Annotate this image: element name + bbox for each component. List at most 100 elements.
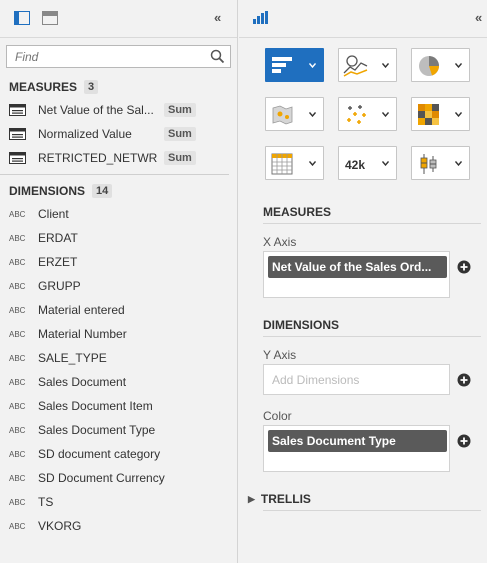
chart-type-heatmap[interactable] bbox=[411, 97, 470, 131]
dimension-label: VKORG bbox=[38, 519, 82, 533]
heatmap-icon bbox=[418, 104, 439, 125]
dimensions-section-title: DIMENSIONS bbox=[263, 318, 340, 332]
search-input[interactable] bbox=[7, 46, 202, 67]
x-axis-label: X Axis bbox=[263, 235, 297, 249]
chevron-down-icon bbox=[382, 63, 389, 68]
data-panel: « MEASURES 3 Net Value of the Sal... Sum… bbox=[0, 0, 238, 563]
measures-header: MEASURES 3 bbox=[9, 80, 99, 94]
dimension-item[interactable]: ABC SD Document Currency bbox=[9, 468, 229, 488]
dimension-item[interactable]: ABC GRUPP bbox=[9, 276, 229, 296]
trellis-title: TRELLIS bbox=[260, 492, 311, 506]
dimensions-count: 14 bbox=[92, 184, 113, 198]
dimension-label: Sales Document Item bbox=[38, 399, 153, 413]
trellis-toggle[interactable]: ▶ TRELLIS bbox=[248, 492, 311, 506]
dimension-item[interactable]: ABC Client bbox=[9, 204, 229, 224]
string-type-icon: ABC bbox=[9, 281, 26, 291]
chart-type-bar[interactable] bbox=[265, 48, 324, 82]
dimension-item[interactable]: ABC TS bbox=[9, 492, 229, 512]
color-dropzone[interactable]: Sales Document Type bbox=[263, 425, 450, 472]
chevron-down-icon bbox=[455, 112, 462, 117]
numeric-point-label: 42k bbox=[345, 158, 365, 172]
measure-item[interactable]: Net Value of the Sal... Sum bbox=[9, 100, 229, 120]
numeric-point-icon: 42k bbox=[345, 158, 365, 172]
string-type-icon: ABC bbox=[9, 209, 26, 219]
chevron-down-icon bbox=[455, 63, 462, 68]
dimension-item[interactable]: ABC SALE_TYPE bbox=[9, 348, 229, 368]
chart-type-pie[interactable] bbox=[411, 48, 470, 82]
x-axis-measure-pill[interactable]: Net Value of the Sales Ord... bbox=[268, 256, 447, 278]
dimension-item[interactable]: ABC ERZET bbox=[9, 252, 229, 272]
chart-type-line[interactable] bbox=[338, 48, 397, 82]
string-type-icon: ABC bbox=[9, 449, 26, 459]
dimension-item[interactable]: ABC Sales Document Item bbox=[9, 396, 229, 416]
chart-type-table[interactable] bbox=[265, 146, 324, 180]
scatter-chart-icon bbox=[347, 105, 366, 124]
aggregation-badge: Sum bbox=[164, 103, 196, 117]
collapse-panel-icon[interactable]: « bbox=[214, 10, 221, 25]
string-type-icon: ABC bbox=[9, 353, 26, 363]
dimensions-header: DIMENSIONS 14 bbox=[9, 184, 113, 198]
string-type-icon: ABC bbox=[9, 233, 26, 243]
string-type-icon: ABC bbox=[9, 377, 26, 387]
y-axis-dropzone[interactable]: Add Dimensions bbox=[263, 364, 450, 395]
dimension-label: Material entered bbox=[38, 303, 125, 317]
aggregation-badge: Sum bbox=[164, 151, 196, 165]
measure-icon bbox=[9, 152, 26, 164]
search-field[interactable] bbox=[6, 45, 231, 68]
add-y-axis-icon[interactable] bbox=[457, 373, 471, 387]
chevron-down-icon bbox=[309, 63, 316, 68]
dimension-label: Sales Document Type bbox=[38, 423, 156, 437]
dimension-label: ERDAT bbox=[38, 231, 78, 245]
color-dimension-pill[interactable]: Sales Document Type bbox=[268, 430, 447, 452]
measures-section-title: MEASURES bbox=[263, 205, 332, 219]
dimension-label: SALE_TYPE bbox=[38, 351, 107, 365]
dimension-item[interactable]: ABC Material entered bbox=[9, 300, 229, 320]
builder-panel: « 42k MEASURES X Axis Net Value of the S… bbox=[239, 0, 487, 563]
chevron-down-icon bbox=[309, 112, 316, 117]
dimension-item[interactable]: ABC SD document category bbox=[9, 444, 229, 464]
search-icon[interactable] bbox=[210, 49, 225, 64]
string-type-icon: ABC bbox=[9, 401, 26, 411]
x-axis-dropzone[interactable]: Net Value of the Sales Ord... bbox=[263, 251, 450, 298]
add-x-axis-icon[interactable] bbox=[457, 260, 471, 274]
measure-icon bbox=[9, 128, 26, 140]
chevron-down-icon bbox=[455, 161, 462, 166]
sidebar-view-icon[interactable] bbox=[14, 11, 30, 25]
chart-type-scatter[interactable] bbox=[338, 97, 397, 131]
collapse-builder-icon[interactable]: « bbox=[475, 10, 482, 25]
dimension-item[interactable]: ABC ERDAT bbox=[9, 228, 229, 248]
section-divider bbox=[263, 223, 481, 224]
add-color-icon[interactable] bbox=[457, 434, 471, 448]
data-panel-toolbar: « bbox=[0, 0, 237, 38]
string-type-icon: ABC bbox=[9, 497, 26, 507]
string-type-icon: ABC bbox=[9, 521, 26, 531]
chart-type-geo[interactable] bbox=[265, 97, 324, 131]
box-plot-icon bbox=[420, 154, 437, 174]
geo-map-icon bbox=[272, 105, 293, 125]
measure-item[interactable]: RETRICTED_NETWR Sum bbox=[9, 148, 229, 168]
line-chart-icon bbox=[343, 55, 368, 77]
dimension-item[interactable]: ABC Material Number bbox=[9, 324, 229, 344]
measure-icon bbox=[9, 104, 26, 116]
dimension-item[interactable]: ABC Sales Document bbox=[9, 372, 229, 392]
y-axis-label: Y Axis bbox=[263, 348, 297, 362]
aggregation-badge: Sum bbox=[164, 127, 196, 141]
string-type-icon: ABC bbox=[9, 257, 26, 267]
color-label: Color bbox=[263, 409, 292, 423]
table-icon bbox=[271, 153, 293, 175]
section-divider bbox=[263, 336, 481, 337]
dimension-item[interactable]: ABC VKORG bbox=[9, 516, 229, 536]
dimension-label: TS bbox=[38, 495, 54, 509]
pie-chart-icon bbox=[419, 56, 439, 76]
topbar-view-icon[interactable] bbox=[42, 11, 58, 25]
dimension-item[interactable]: ABC Sales Document Type bbox=[9, 420, 229, 440]
dimension-label: ERZET bbox=[38, 255, 78, 269]
chevron-down-icon bbox=[382, 112, 389, 117]
measure-item[interactable]: Normalized Value Sum bbox=[9, 124, 229, 144]
string-type-icon: ABC bbox=[9, 473, 26, 483]
measure-label: Net Value of the Sal... bbox=[38, 103, 154, 117]
dimension-label: GRUPP bbox=[38, 279, 81, 293]
chart-type-numeric-point[interactable]: 42k bbox=[338, 146, 397, 180]
chart-type-box-plot[interactable] bbox=[411, 146, 470, 180]
chart-builder-tab-icon[interactable] bbox=[252, 11, 268, 25]
